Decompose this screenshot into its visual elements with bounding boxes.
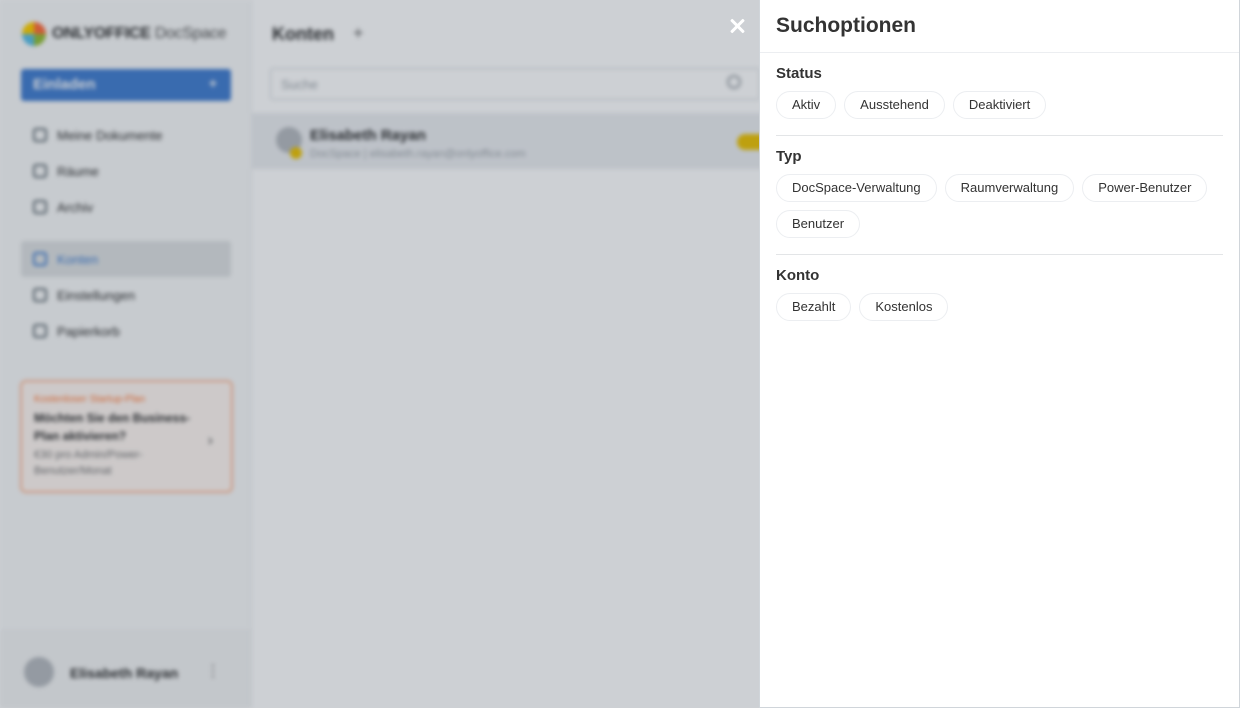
- filter-section-status: Status Aktiv Ausstehend Deaktiviert: [776, 53, 1223, 136]
- filter-chip-power-user[interactable]: Power-Benutzer: [1082, 174, 1208, 202]
- filter-chip-user[interactable]: Benutzer: [776, 210, 861, 238]
- filter-chip-paid[interactable]: Bezahlt: [776, 293, 852, 321]
- section-title-account: Konto: [776, 267, 820, 284]
- filter-section-type: Typ DocSpace-Verwaltung Raumverwaltung P…: [776, 136, 1223, 255]
- filter-section-account: Konto Bezahlt Kostenlos: [776, 255, 1223, 337]
- status-options: Aktiv Ausstehend Deaktiviert: [776, 91, 1223, 119]
- type-options: DocSpace-Verwaltung Raumverwaltung Power…: [776, 174, 1223, 238]
- search-options-panel: Suchoptionen Status Aktiv Ausstehend Dea…: [759, 0, 1240, 708]
- account-options: Bezahlt Kostenlos: [776, 293, 1223, 321]
- filter-chip-pending[interactable]: Ausstehend: [844, 91, 945, 119]
- close-icon[interactable]: [727, 16, 747, 36]
- filter-chip-disabled[interactable]: Deaktiviert: [952, 91, 1047, 119]
- panel-header: Suchoptionen: [760, 0, 1239, 53]
- filter-chip-docspace-admin[interactable]: DocSpace-Verwaltung: [776, 174, 937, 202]
- filter-chip-free[interactable]: Kostenlos: [859, 293, 949, 321]
- section-title-type: Typ: [776, 148, 802, 165]
- filter-chip-active[interactable]: Aktiv: [776, 91, 837, 119]
- filter-chip-room-admin[interactable]: Raumverwaltung: [944, 174, 1075, 202]
- section-title-status: Status: [776, 65, 822, 82]
- panel-title: Suchoptionen: [776, 14, 916, 37]
